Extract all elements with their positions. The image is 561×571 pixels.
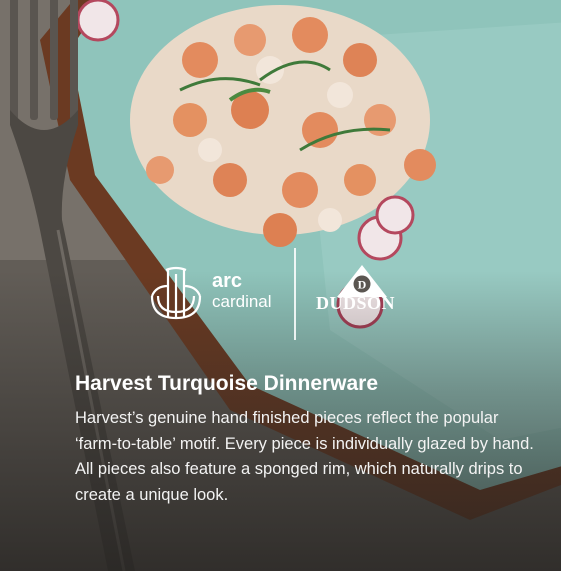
product-title: Harvest Turquoise Dinnerware — [75, 372, 379, 395]
dudson-mark-letter: D — [358, 278, 367, 292]
arc-brand-subname: cardinal — [212, 292, 272, 311]
product-description: Harvest’s genuine hand finished pieces r… — [75, 409, 534, 504]
brand-logos: arc cardinal D DUDSON — [148, 248, 428, 340]
product-card: arc cardinal D DUDSON Harvest Turquoise … — [0, 0, 561, 571]
arc-cardinal-wordmark: arc cardinal — [212, 270, 272, 312]
dudson-wordmark: DUDSON — [316, 293, 396, 313]
arc-cardinal-logo-icon — [150, 266, 202, 320]
logo-divider — [294, 248, 296, 340]
arc-brand-name: arc — [212, 270, 243, 292]
